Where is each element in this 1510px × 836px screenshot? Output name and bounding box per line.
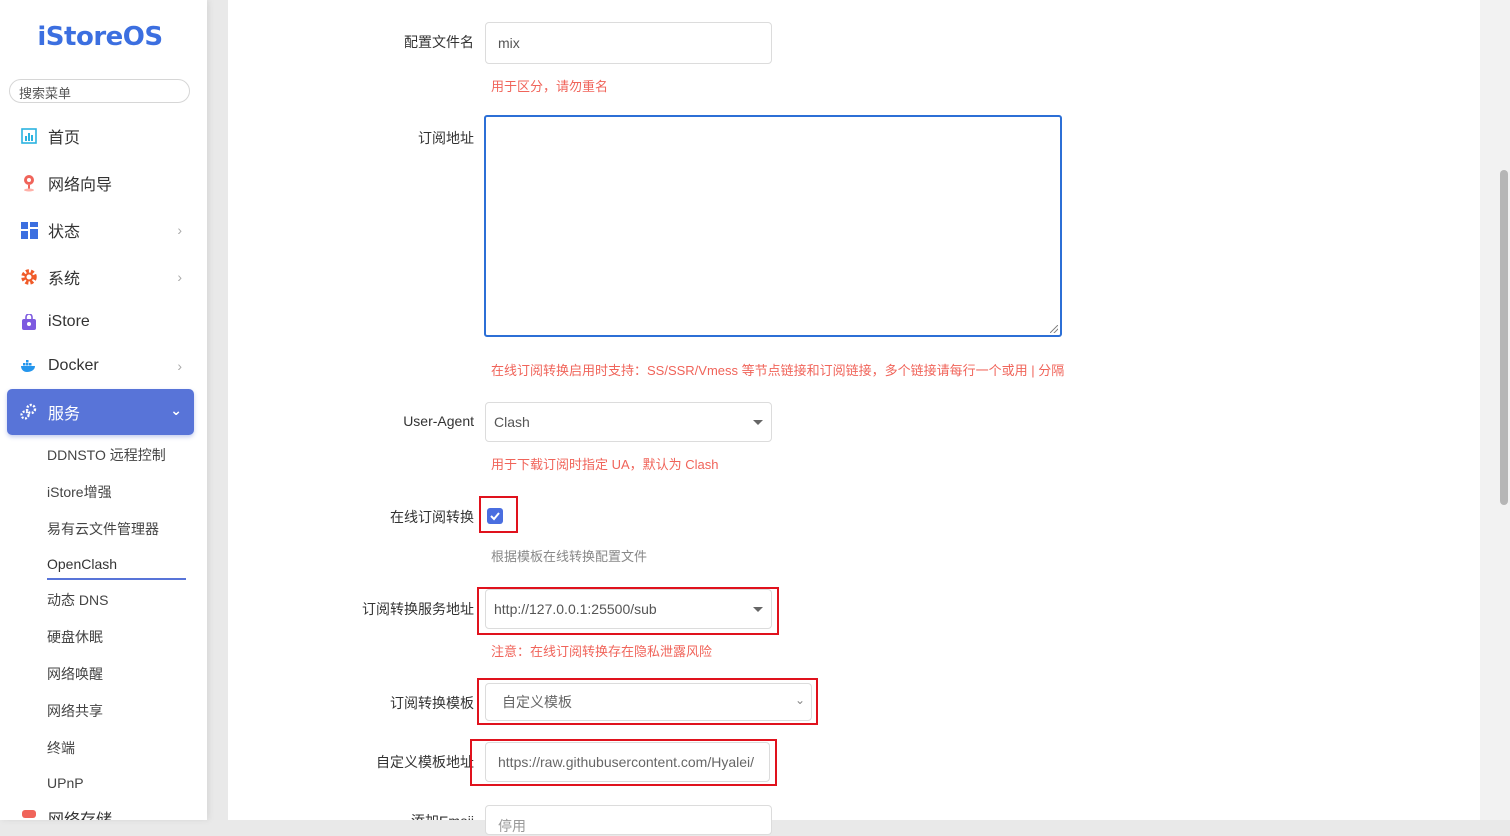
chevron-right-icon: › [177, 269, 182, 285]
online-convert-hint: 根据模板在线转换配置文件 [491, 549, 648, 564]
store-bag-icon [19, 312, 39, 332]
custom-template-url-label: 自定义模板地址 [376, 754, 474, 770]
convert-server-label: 订阅转换服务地址 [362, 601, 474, 617]
highlight-box [477, 587, 779, 635]
sidebar-item-label: 网络向导 [48, 177, 113, 194]
emoji-label: 添加Emoji [224, 811, 474, 820]
gear-icon [19, 267, 39, 287]
sidebar-item-docker[interactable]: Docker › [7, 344, 194, 388]
brand-logo[interactable]: iStoreOS [0, 22, 200, 52]
menu-search-input[interactable]: 搜索菜单 [9, 79, 190, 103]
dashboard-icon [19, 126, 39, 146]
highlight-box [479, 496, 518, 533]
grid-icon [19, 220, 39, 240]
config-name-input[interactable]: mix [485, 22, 772, 64]
chevron-right-icon: › [177, 222, 182, 238]
sidebar-item-system[interactable]: 系统 › [7, 255, 194, 299]
sidebar-item-istore[interactable]: iStore [7, 300, 194, 344]
sidebar-item-label: 首页 [48, 130, 81, 147]
sub-item-openclash[interactable]: OpenClash [47, 554, 117, 574]
config-name-hint: 用于区分，请勿重名 [491, 79, 609, 94]
sidebar-item-home[interactable]: 首页 [7, 114, 194, 158]
sidebar-item-label: 系统 [48, 271, 81, 288]
sub-item-ddnsto[interactable]: DDNSTO 远程控制 [47, 445, 166, 465]
sub-item-network-share[interactable]: 网络共享 [47, 701, 103, 721]
page-scrollbar[interactable] [1480, 0, 1510, 820]
emoji-select[interactable]: 停用 [485, 805, 772, 835]
config-name-label: 配置文件名 [404, 34, 474, 50]
sub-item-file-manager[interactable]: 易有云文件管理器 [47, 519, 159, 539]
sub-item-istore-enhance[interactable]: iStore增强 [47, 482, 112, 502]
online-convert-label: 在线订阅转换 [390, 509, 474, 525]
resize-grip-icon[interactable] [1050, 325, 1058, 333]
convert-server-hint: 注意：在线订阅转换存在隐私泄露风险 [491, 644, 713, 659]
subscribe-url-hint: 在线订阅转换启用时支持：SS/SSR/Vmess 等节点链接和订阅链接，多个链接… [491, 363, 1065, 378]
subscribe-url-label: 订阅地址 [418, 130, 474, 146]
user-agent-hint: 用于下载订阅时指定 UA，默认为 Clash [491, 457, 719, 472]
chevron-right-icon: › [177, 358, 182, 374]
location-pin-icon [19, 173, 39, 193]
sidebar-item-label: 服务 [48, 406, 81, 423]
highlight-box [470, 739, 777, 786]
storage-icon [19, 800, 39, 820]
sidebar: iStoreOS 搜索菜单 首页 网络向导 状态 › 系统 › iStore D… [0, 0, 207, 820]
sidebar-item-network-wizard[interactable]: 网络向导 [7, 161, 194, 205]
user-agent-label: User-Agent [403, 413, 474, 429]
sub-item-upnp[interactable]: UPnP [47, 773, 84, 793]
user-agent-select[interactable]: Clash [485, 402, 772, 442]
sidebar-item-services[interactable]: 服务 ⌄ [7, 389, 194, 435]
sub-item-disk-sleep[interactable]: 硬盘休眠 [47, 627, 103, 647]
sidebar-item-status[interactable]: 状态 › [7, 208, 194, 252]
convert-template-label: 订阅转换模板 [390, 695, 474, 711]
sidebar-item-label: 网络存储 [48, 806, 112, 820]
sub-item-terminal[interactable]: 终端 [47, 738, 75, 758]
sub-item-wol[interactable]: 网络唤醒 [47, 664, 103, 684]
sidebar-item-label: Docker [48, 357, 99, 374]
sidebar-item-network-storage[interactable]: 网络存储 [7, 800, 194, 820]
active-sub-indicator [47, 578, 186, 580]
user-agent-value: Clash [494, 414, 530, 430]
highlight-box [477, 678, 818, 725]
docker-whale-icon [19, 356, 39, 376]
subscribe-url-textarea[interactable] [484, 115, 1062, 337]
sidebar-item-label: 状态 [48, 224, 81, 241]
caret-down-icon [753, 420, 763, 425]
services-gears-icon [19, 402, 39, 422]
scrollbar-thumb[interactable] [1500, 170, 1508, 505]
chevron-down-icon: ⌄ [170, 402, 182, 418]
sidebar-item-label: iStore [48, 313, 90, 330]
sub-item-ddns[interactable]: 动态 DNS [47, 590, 108, 610]
